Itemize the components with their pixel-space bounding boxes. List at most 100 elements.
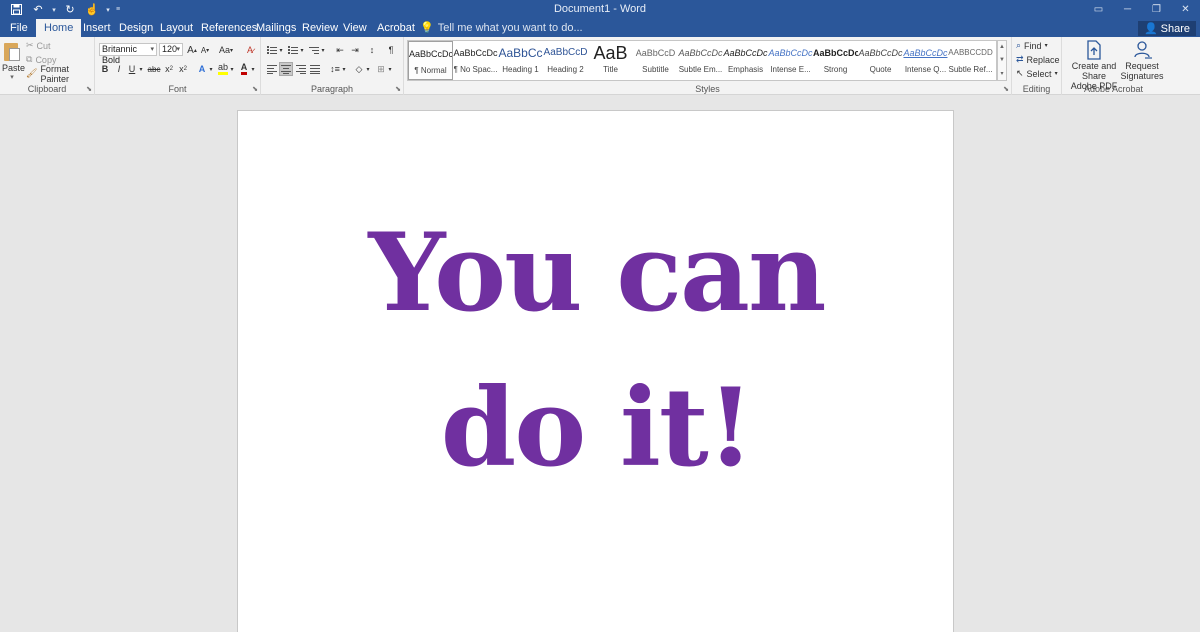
justify-icon[interactable] — [308, 62, 322, 76]
shading-icon[interactable]: ◇ — [352, 62, 366, 76]
ribbon-display-icon[interactable]: ▭ — [1084, 0, 1113, 19]
font-color-dropdown-icon[interactable]: ▾ — [250, 62, 256, 76]
change-case-icon[interactable]: Aa ▾ — [216, 43, 236, 57]
select-dropdown-icon[interactable]: ▾ — [1055, 70, 1058, 77]
style-no-spacing[interactable]: AaBbCcDc ¶ No Spac... — [453, 41, 498, 80]
style-normal[interactable]: AaBbCcDc ¶ Normal — [408, 41, 453, 80]
paragraph-launcher-icon[interactable]: ⬊ — [395, 85, 401, 93]
cut-button[interactable]: ✂ Cut — [26, 39, 51, 52]
find-dropdown-icon[interactable]: ▾ — [1045, 42, 1048, 49]
style-preview: AaBbCcDc — [409, 49, 452, 59]
text-effects-dropdown-icon[interactable]: ▾ — [208, 62, 214, 76]
request-signatures-button[interactable]: Request Signatures — [1120, 40, 1164, 81]
font-size-dropdown-icon[interactable]: ▾ — [176, 44, 180, 55]
superscript-button[interactable]: x2 — [177, 62, 189, 76]
decrease-indent-icon[interactable]: ⇤ — [333, 43, 347, 57]
style-heading-1[interactable]: AaBbCc Heading 1 — [498, 41, 543, 80]
shading-dropdown-icon[interactable]: ▾ — [365, 62, 371, 76]
share-button[interactable]: 👤 Share — [1137, 21, 1196, 36]
style-intense-emphasis[interactable]: AaBbCcDc Intense E... — [768, 41, 813, 80]
cursor-icon: ↖ — [1016, 68, 1024, 78]
increase-indent-icon[interactable]: ⇥ — [348, 43, 362, 57]
font-color-icon[interactable]: A — [238, 62, 250, 76]
tell-me-search[interactable]: 💡 Tell me what you want to do... — [420, 21, 583, 35]
text-effects-icon[interactable]: A — [196, 62, 208, 76]
close-icon[interactable]: ✕ — [1171, 0, 1200, 19]
bold-button[interactable]: B — [99, 62, 111, 76]
select-button[interactable]: ↖ Select ▾ — [1016, 67, 1058, 80]
sort-icon[interactable]: ↕ — [365, 43, 379, 57]
style-title[interactable]: AaB Title — [588, 41, 633, 80]
shrink-font-icon[interactable]: A ▾ — [199, 43, 211, 57]
line-spacing-dropdown-icon[interactable]: ▾ — [341, 62, 347, 76]
style-emphasis[interactable]: AaBbCcDc Emphasis — [723, 41, 768, 80]
more-styles-icon[interactable]: ▾ — [1000, 70, 1003, 77]
chevron-up-icon[interactable]: ▲ — [999, 44, 1005, 50]
format-painter-button[interactable]: 🖌 Format Painter — [26, 64, 94, 84]
align-center-icon[interactable] — [279, 62, 293, 76]
create-share-pdf-button[interactable]: Create and Share Adobe PDF — [1063, 40, 1125, 91]
replace-button[interactable]: ⇄ Replace — [1016, 53, 1060, 66]
find-button[interactable]: ⌕ Find ▾ — [1016, 39, 1048, 52]
minimize-icon[interactable]: ─ — [1113, 0, 1142, 19]
style-heading-2[interactable]: AaBbCcD Heading 2 — [543, 41, 588, 80]
show-hide-marks-icon[interactable]: ¶ — [384, 43, 398, 57]
numbering-dropdown-icon[interactable]: ▾ — [299, 43, 305, 57]
bullets-dropdown-icon[interactable]: ▾ — [278, 43, 284, 57]
document-text-line-2[interactable]: do it! — [238, 374, 955, 482]
paste-dropdown-icon[interactable]: ▾ — [2, 73, 22, 81]
style-preview: AaBbCcD — [635, 48, 676, 58]
highlight-dropdown-icon[interactable]: ▾ — [229, 62, 235, 76]
italic-button[interactable]: I — [113, 62, 125, 76]
font-name-box[interactable]: Britannic Bold ▾ — [99, 43, 157, 65]
document-text-line-1[interactable]: You can — [238, 219, 955, 327]
tab-acrobat[interactable]: Acrobat — [369, 19, 423, 37]
style-intense-quote[interactable]: AaBbCcDc Intense Q... — [903, 41, 948, 80]
style-subtle-reference[interactable]: AABBCCDD Subtle Ref... — [948, 41, 993, 80]
font-launcher-icon[interactable]: ⬊ — [252, 85, 258, 93]
multilevel-dropdown-icon[interactable]: ▾ — [320, 43, 326, 57]
style-subtle-emphasis[interactable]: AaBbCcDc Subtle Em... — [678, 41, 723, 80]
paste-button[interactable]: Paste ▾ — [2, 40, 25, 81]
bullets-icon[interactable] — [265, 43, 279, 57]
editing-group-label: Editing — [1022, 84, 1051, 94]
font-group: Britannic Bold ▾ 120 ▾ A ▴ A ▾ Aa ▾ A̷ B I … — [95, 37, 261, 95]
grow-font-icon[interactable]: A ▴ — [186, 43, 198, 57]
align-right-icon[interactable] — [294, 62, 308, 76]
clipboard-launcher-icon[interactable]: ⬊ — [86, 85, 92, 93]
style-name: Heading 1 — [502, 65, 539, 74]
style-preview: AaB — [593, 43, 628, 63]
style-strong[interactable]: AaBbCcDc Strong — [813, 41, 858, 80]
font-group-label: Font — [168, 84, 187, 94]
style-subtitle[interactable]: AaBbCcD Subtitle — [633, 41, 678, 80]
numbering-icon[interactable] — [286, 43, 300, 57]
underline-dropdown-icon[interactable]: ▾ — [138, 62, 144, 76]
styles-scroll[interactable]: ▲ ▼ ▾ — [997, 40, 1007, 81]
styles-launcher-icon[interactable]: ⬊ — [1003, 85, 1009, 93]
cut-label: Cut — [36, 40, 51, 51]
document-page[interactable]: You can do it! — [237, 110, 954, 632]
paintbrush-icon: 🖌 — [26, 68, 38, 78]
clear-formatting-icon[interactable]: A̷ — [243, 43, 257, 57]
underline-button[interactable]: U — [126, 62, 138, 76]
style-quote[interactable]: AaBbCcDc Quote — [858, 41, 903, 80]
align-left-icon[interactable] — [265, 62, 279, 76]
font-name-dropdown-icon[interactable]: ▾ — [150, 44, 154, 55]
font-size-box[interactable]: 120 ▾ — [159, 43, 183, 56]
chevron-down-icon[interactable]: ▼ — [999, 57, 1005, 63]
share-label: Share — [1160, 22, 1190, 35]
window-title: Document1 - Word — [553, 3, 647, 15]
request-line2: Signatures — [1120, 71, 1164, 81]
highlight-icon[interactable]: ab — [217, 62, 229, 76]
window-controls: ▭ ─ ❐ ✕ — [1084, 0, 1200, 19]
borders-dropdown-icon[interactable]: ▾ — [387, 62, 393, 76]
line-spacing-icon[interactable]: ↕≡ — [328, 62, 342, 76]
tab-file[interactable]: File — [2, 19, 36, 37]
borders-icon[interactable]: ⊞ — [374, 62, 388, 76]
subscript-button[interactable]: x2 — [163, 62, 175, 76]
style-name: Subtitle — [642, 65, 669, 74]
strikethrough-button[interactable]: abc — [146, 62, 162, 76]
multilevel-list-icon[interactable] — [307, 43, 321, 57]
restore-icon[interactable]: ❐ — [1142, 0, 1171, 19]
lightbulb-icon: 💡 — [420, 22, 434, 34]
